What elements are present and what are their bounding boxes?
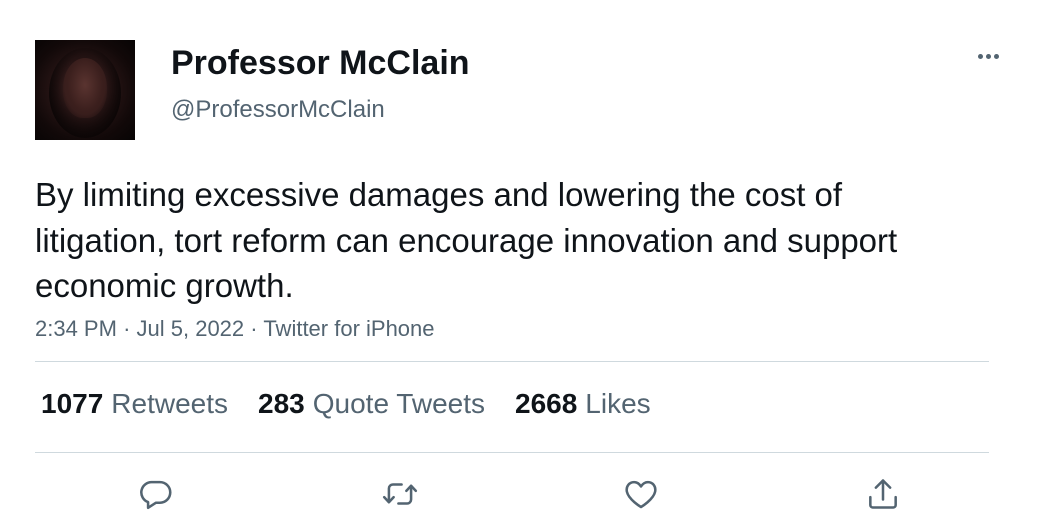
meta-separator: · [123,316,137,341]
share-icon [869,479,897,509]
tweet-meta: 2:34 PM · Jul 5, 2022 · Twitter for iPho… [35,314,435,344]
like-button[interactable] [621,474,661,514]
divider-top [35,361,989,362]
tweet-source[interactable]: Twitter for iPhone [263,316,434,341]
retweets-count: 1077 [41,388,104,419]
meta-separator: · [250,316,264,341]
likes-label: Likes [585,388,651,419]
quote-tweets-label: Quote Tweets [312,388,485,419]
avatar[interactable] [35,40,135,140]
retweet-button[interactable] [380,474,420,514]
more-dot [977,53,983,59]
tweet-stats: 1077 Retweets 283 Quote Tweets 2668 Likes [41,386,681,422]
divider-bottom [35,452,989,453]
likes-stat[interactable]: 2668 Likes [515,388,651,420]
tweet-time[interactable]: 2:34 PM [35,316,117,341]
share-button[interactable] [863,474,903,514]
more-dot [993,53,999,59]
reply-icon [140,480,172,510]
likes-count: 2668 [515,388,578,419]
reply-button[interactable] [136,474,176,514]
retweets-stat[interactable]: 1077 Retweets [41,388,228,420]
avatar-shade [49,48,121,138]
quote-tweets-stat[interactable]: 283 Quote Tweets [258,388,485,420]
user-handle[interactable]: @ProfessorMcClain [171,95,385,125]
tweet-text: By limiting excessive damages and loweri… [35,176,898,304]
heart-icon [625,480,657,509]
more-dot [985,53,991,59]
retweets-label: Retweets [111,388,229,419]
quote-tweets-count: 283 [258,388,305,419]
display-name[interactable]: Professor McClain [171,42,470,84]
more-options-icon[interactable] [972,46,1004,66]
retweet-icon [382,483,418,505]
tweet-date[interactable]: Jul 5, 2022 [137,316,245,341]
